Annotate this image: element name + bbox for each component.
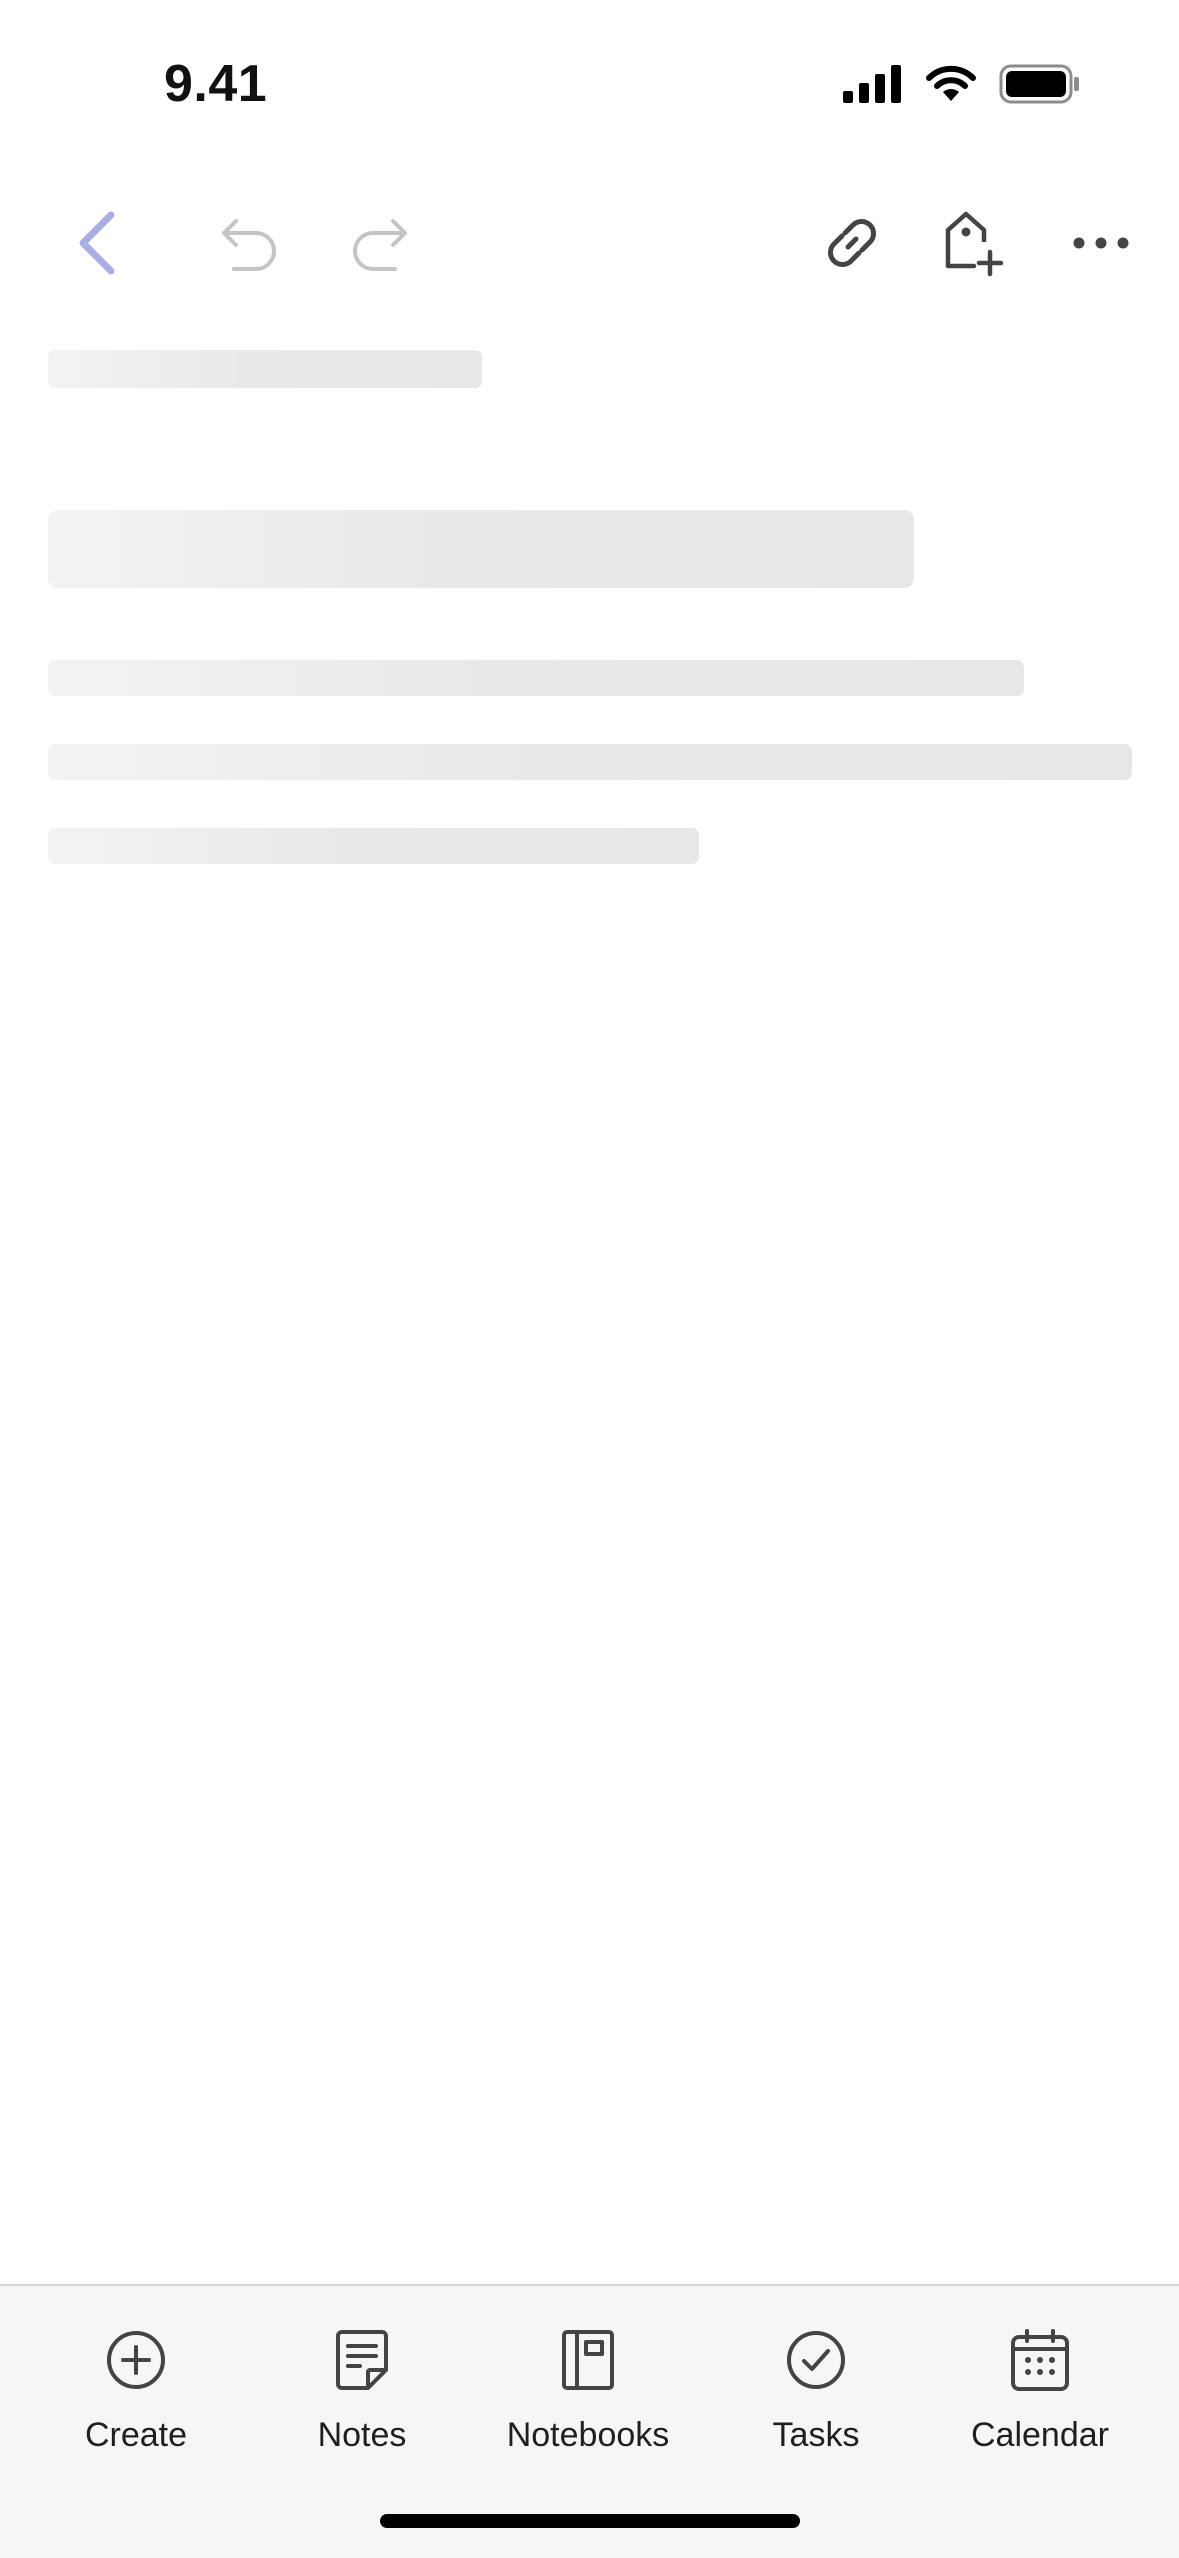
add-tag-button[interactable] — [930, 190, 1020, 300]
skeleton-body-line — [48, 660, 1024, 696]
skeleton-notebook-line — [48, 350, 482, 388]
tab-label: Calendar — [971, 2416, 1109, 2454]
notebook-icon — [550, 2322, 626, 2398]
back-button[interactable] — [52, 190, 142, 300]
redo-button[interactable] — [334, 190, 424, 300]
undo-button[interactable] — [205, 190, 295, 300]
tab-label: Notebooks — [506, 2416, 670, 2454]
cellular-signal-icon — [843, 65, 903, 108]
link-icon — [820, 211, 884, 280]
tab-calendar[interactable]: Calendar — [930, 2286, 1150, 2496]
tab-label: Notes — [317, 2416, 407, 2454]
skeleton-body-line — [48, 828, 699, 864]
redo-icon — [347, 211, 411, 280]
tab-notes[interactable]: Notes — [252, 2286, 472, 2496]
plus-circle-icon — [98, 2322, 174, 2398]
wifi-icon — [925, 65, 977, 108]
calendar-icon — [1002, 2322, 1078, 2398]
more-options-button[interactable] — [1056, 190, 1146, 300]
status-bar: 9.41 — [0, 0, 1179, 140]
more-icon — [1073, 235, 1129, 256]
tab-label: Create — [84, 2416, 188, 2454]
add-tag-icon — [940, 208, 1010, 283]
editor-toolbar — [0, 190, 1179, 300]
note-icon — [324, 2322, 400, 2398]
tab-notebooks[interactable]: Notebooks — [478, 2286, 698, 2496]
status-icons — [843, 64, 1081, 109]
tab-create[interactable]: Create — [26, 2286, 246, 2496]
home-indicator — [380, 2514, 800, 2528]
back-icon — [73, 209, 121, 282]
tab-label: Tasks — [772, 2416, 860, 2454]
battery-icon — [999, 64, 1081, 109]
undo-icon — [218, 211, 282, 280]
skeleton-title-line — [48, 510, 914, 588]
share-link-button[interactable] — [807, 190, 897, 300]
tab-tasks[interactable]: Tasks — [706, 2286, 926, 2496]
check-circle-icon — [778, 2322, 854, 2398]
skeleton-body-line — [48, 744, 1132, 780]
status-time: 9.41 — [164, 55, 268, 113]
